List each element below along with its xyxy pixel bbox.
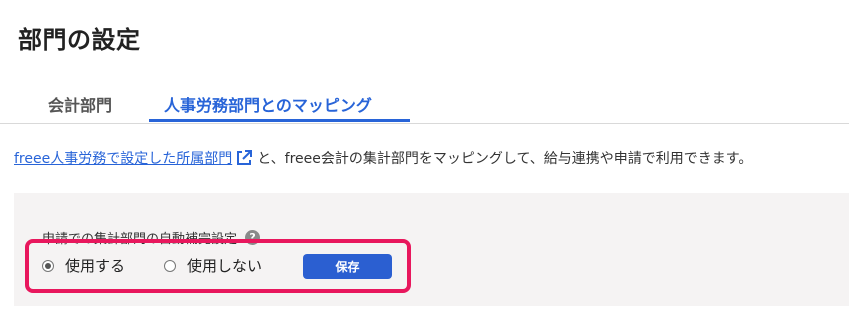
active-tab-indicator [149, 119, 410, 122]
save-button[interactable]: 保存 [303, 254, 392, 279]
tab-accounting-departments[interactable]: 会計部門 [48, 92, 112, 116]
external-link-icon[interactable] [235, 149, 253, 167]
radio-use[interactable]: 使用する [42, 255, 125, 276]
radio-not-use-label: 使用しない [187, 257, 263, 275]
tab-bar: 会計部門 人事労務部門とのマッピング [0, 86, 849, 124]
tab-hr-department-mapping[interactable]: 人事労務部門とのマッピング [164, 92, 372, 116]
description: freee人事労務で設定した所属部門 と、freee会計の集計部門をマッピングし… [14, 148, 752, 168]
page-title: 部門の設定 [18, 26, 141, 54]
hr-departments-link[interactable]: freee人事労務で設定した所属部門 [14, 148, 232, 168]
radio-use-circle[interactable] [42, 259, 54, 272]
description-text: と、freee会計の集計部門をマッピングして、給与連携や申請で利用できます。 [257, 151, 753, 167]
radio-not-use[interactable]: 使用しない [164, 255, 262, 276]
radio-not-use-circle[interactable] [164, 259, 176, 272]
radio-use-label: 使用する [65, 257, 126, 275]
